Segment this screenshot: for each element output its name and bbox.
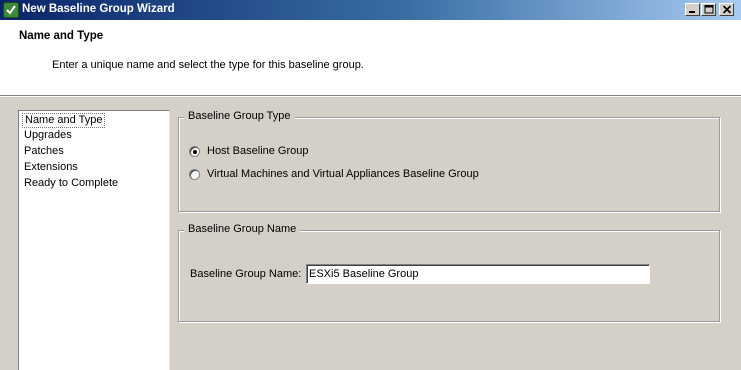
baseline-group-name-group: Baseline Group Name Baseline Group Name: <box>178 223 720 322</box>
close-button[interactable] <box>719 3 734 16</box>
page-title: Name and Type <box>19 30 104 42</box>
step-upgrades[interactable]: Upgrades <box>22 128 74 143</box>
baseline-group-type-group: Baseline Group Type Host Baseline Group … <box>178 110 720 212</box>
radio-label[interactable]: Virtual Machines and Virtual Appliances … <box>207 168 479 180</box>
vsphere-update-manager-icon <box>3 2 19 18</box>
wizard-steps-list: Name and Type Upgrades Patches Extension… <box>18 110 170 370</box>
minimize-button[interactable] <box>685 3 700 16</box>
group-legend: Baseline Group Name <box>184 223 301 235</box>
baseline-group-name-input[interactable] <box>306 264 650 284</box>
wizard-header: Name and Type Enter a unique name and se… <box>0 20 741 96</box>
step-patches[interactable]: Patches <box>22 144 66 159</box>
header-divider <box>0 96 741 97</box>
title-bar[interactable]: New Baseline Group Wizard <box>0 0 741 20</box>
group-legend: Baseline Group Type <box>184 110 295 122</box>
maximize-button[interactable] <box>701 3 716 16</box>
page-description: Enter a unique name and select the type … <box>52 59 364 71</box>
radio-label[interactable]: Host Baseline Group <box>207 145 309 157</box>
step-name-and-type[interactable]: Name and Type <box>22 113 106 128</box>
window-title: New Baseline Group Wizard <box>22 3 175 15</box>
minimize-icon <box>689 11 695 13</box>
close-icon <box>722 5 732 14</box>
step-ready-to-complete[interactable]: Ready to Complete <box>22 176 120 191</box>
name-field-label: Baseline Group Name: <box>190 268 302 280</box>
step-extensions[interactable]: Extensions <box>22 160 80 175</box>
maximize-icon <box>704 5 714 14</box>
radio-checked-icon[interactable] <box>189 146 200 157</box>
radio-unchecked-icon[interactable] <box>189 169 200 180</box>
